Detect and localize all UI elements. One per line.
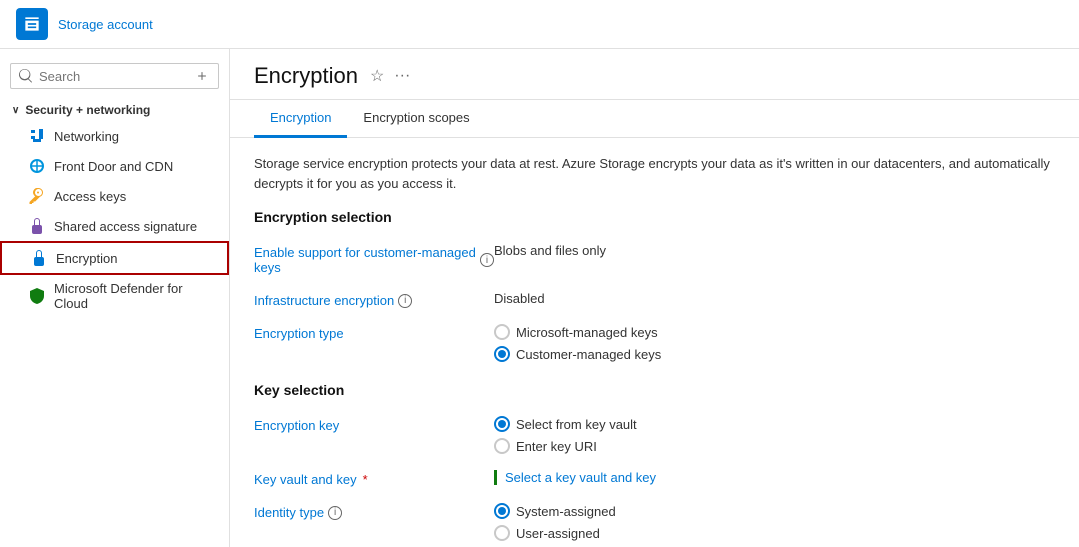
sidebar-item-sas-label: Shared access signature: [54, 219, 197, 234]
favorite-icon[interactable]: ☆: [370, 66, 384, 86]
info-icon-identity[interactable]: i: [328, 506, 342, 520]
search-icon: [19, 69, 33, 83]
section-label: Security + networking: [25, 103, 150, 117]
value-infrastructure-encryption: Disabled: [494, 291, 1055, 306]
form-row-customer-managed-keys: Enable support for customer-managed keys…: [254, 235, 1055, 283]
form-row-encryption-type: Encryption type Microsoft-managed keys C…: [254, 316, 1055, 370]
sidebar-section-security-networking[interactable]: ∨ Security + networking: [0, 99, 229, 121]
form-row-key-vault: Key vault and key * Select a key vault a…: [254, 462, 1055, 495]
section-chevron: ∨: [12, 105, 19, 116]
storage-account-icon: [16, 8, 48, 40]
sidebar-item-accesskeys[interactable]: Access keys: [0, 181, 229, 211]
sidebar-item-defender[interactable]: Microsoft Defender for Cloud: [0, 275, 229, 317]
info-icon-customer-managed[interactable]: i: [480, 253, 494, 267]
page-title: Encryption: [254, 63, 358, 89]
sidebar-item-encryption[interactable]: Encryption: [0, 241, 229, 275]
search-box[interactable]: [10, 63, 219, 89]
info-icon-infrastructure[interactable]: i: [398, 294, 412, 308]
radio-system-assigned[interactable]: System-assigned: [494, 503, 1055, 519]
radio-circle-keyuri[interactable]: [494, 438, 510, 454]
sidebar-item-frontdoor-label: Front Door and CDN: [54, 159, 173, 174]
form-row-encryption-key: Encryption key Select from key vault Ent…: [254, 408, 1055, 462]
value-encryption-key: Select from key vault Enter key URI: [494, 416, 1055, 454]
frontdoor-icon: [28, 157, 46, 175]
radio-circle-microsoft[interactable]: [494, 324, 510, 340]
radio-circle-user[interactable]: [494, 525, 510, 541]
label-infrastructure-encryption: Infrastructure encryption i: [254, 291, 494, 308]
radio-circle-system[interactable]: [494, 503, 510, 519]
label-key-vault: Key vault and key *: [254, 470, 494, 487]
sidebar: ∨ Security + networking Networking Front…: [0, 49, 230, 547]
sidebar-item-defender-label: Microsoft Defender for Cloud: [54, 281, 217, 311]
tab-encryption-scopes[interactable]: Encryption scopes: [347, 100, 485, 138]
radio-customer-managed-keys[interactable]: Customer-managed keys: [494, 346, 1055, 362]
tab-encryption[interactable]: Encryption: [254, 100, 347, 138]
encryption-selection-title: Encryption selection: [254, 209, 1055, 225]
value-key-vault: Select a key vault and key: [494, 470, 1055, 485]
defender-icon: [28, 287, 46, 305]
radio-select-from-key-vault[interactable]: Select from key vault: [494, 416, 1055, 432]
label-encryption-type: Encryption type: [254, 324, 494, 341]
top-header: Storage account: [0, 0, 1079, 49]
breadcrumb-link[interactable]: Storage account: [58, 17, 153, 32]
sidebar-item-networking[interactable]: Networking: [0, 121, 229, 151]
radio-circle-customer[interactable]: [494, 346, 510, 362]
sidebar-item-frontdoor[interactable]: Front Door and CDN: [0, 151, 229, 181]
label-encryption-key: Encryption key: [254, 416, 494, 433]
value-customer-managed-keys: Blobs and files only: [494, 243, 1055, 258]
content-body: Storage service encryption protects your…: [230, 138, 1079, 547]
content-header: Encryption ☆ ···: [230, 49, 1079, 100]
required-indicator: *: [363, 472, 368, 487]
search-input[interactable]: [39, 69, 190, 84]
key-selection-title: Key selection: [254, 382, 1055, 398]
search-settings-icon[interactable]: [194, 68, 210, 84]
key-vault-link[interactable]: Select a key vault and key: [494, 470, 1055, 485]
value-identity-type: System-assigned User-assigned: [494, 503, 1055, 541]
value-encryption-type: Microsoft-managed keys Customer-managed …: [494, 324, 1055, 362]
radio-circle-keyvault[interactable]: [494, 416, 510, 432]
encryption-icon: [30, 249, 48, 267]
sidebar-item-accesskeys-label: Access keys: [54, 189, 126, 204]
form-row-infrastructure-encryption: Infrastructure encryption i Disabled: [254, 283, 1055, 316]
radio-enter-key-uri[interactable]: Enter key URI: [494, 438, 1055, 454]
label-customer-managed-keys: Enable support for customer-managed keys…: [254, 243, 494, 275]
main-content: Encryption ☆ ··· Encryption Encryption s…: [230, 49, 1079, 547]
header-actions: ☆ ···: [370, 66, 410, 86]
tabs-container: Encryption Encryption scopes: [230, 100, 1079, 138]
accesskeys-icon: [28, 187, 46, 205]
sidebar-item-sas[interactable]: Shared access signature: [0, 211, 229, 241]
label-identity-type: Identity type i: [254, 503, 494, 520]
breadcrumb: Storage account: [58, 17, 153, 32]
more-options-icon[interactable]: ···: [394, 67, 410, 85]
networking-icon: [28, 127, 46, 145]
radio-user-assigned[interactable]: User-assigned: [494, 525, 1055, 541]
sidebar-item-encryption-label: Encryption: [56, 251, 117, 266]
sidebar-item-networking-label: Networking: [54, 129, 119, 144]
radio-microsoft-managed-keys[interactable]: Microsoft-managed keys: [494, 324, 1055, 340]
form-row-identity-type: Identity type i System-assigned User-ass…: [254, 495, 1055, 547]
sas-icon: [28, 217, 46, 235]
info-text: Storage service encryption protects your…: [254, 154, 1054, 193]
